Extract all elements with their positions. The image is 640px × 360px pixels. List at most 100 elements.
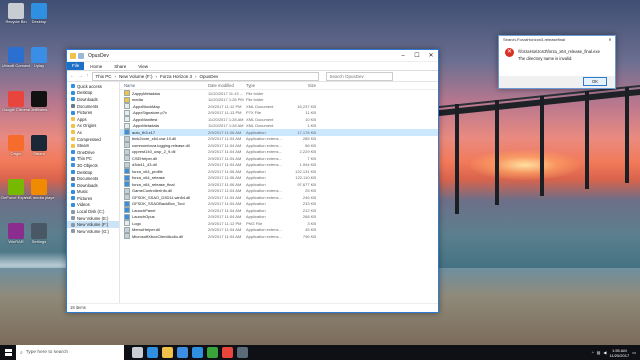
- start-button[interactable]: [0, 345, 16, 360]
- nav-item-icon: [71, 150, 75, 155]
- file-size: 97,677 KB: [297, 181, 316, 187]
- address-bar[interactable]: This PC › New Volume (F:) › Forza Horizon …: [91, 71, 319, 81]
- desktop-icon[interactable]: VLC media player: [24, 179, 54, 200]
- file-size: 122,110 KB: [295, 175, 316, 181]
- desktop-icon[interactable]: JetBrains: [24, 91, 54, 112]
- nav-item-label: Pictures: [77, 110, 93, 116]
- minimize-button[interactable]: –: [396, 50, 410, 61]
- store-icon[interactable]: [177, 347, 188, 358]
- edge-icon[interactable]: [147, 347, 158, 358]
- nav-item-label: New Volume (G:): [77, 228, 109, 234]
- nav-item-label: New Volume (E:): [77, 215, 109, 221]
- nav-item[interactable]: Downloads: [67, 182, 119, 189]
- breadcrumb-folder[interactable]: OpusDev: [200, 73, 219, 80]
- xbox-icon[interactable]: [207, 347, 218, 358]
- tab-file[interactable]: File: [67, 62, 85, 70]
- nav-item-icon: [71, 196, 75, 201]
- app-icon: [124, 174, 130, 181]
- quick-access-toolbar-icon[interactable]: [78, 52, 84, 59]
- task-view-icon[interactable]: [132, 347, 143, 358]
- file-size: 7 KB: [307, 155, 316, 161]
- nav-item[interactable]: Ax: [67, 129, 119, 136]
- file-type: Application extens...: [246, 155, 282, 161]
- system-tray: ^ ▤ ◀ 1:55 AM 11/20/2017 ▭: [592, 348, 640, 358]
- volume-icon[interactable]: ◀: [603, 350, 606, 355]
- close-button[interactable]: ✕: [424, 50, 438, 61]
- up-icon[interactable]: ↑: [86, 73, 89, 79]
- breadcrumb-volume[interactable]: New Volume (F:): [119, 73, 153, 80]
- file-date: 2/9/2017 11:12 PM: [208, 103, 242, 109]
- tab-share[interactable]: Share: [108, 64, 132, 69]
- notifications-icon[interactable]: ▭: [632, 350, 636, 355]
- column-name[interactable]: Name: [120, 83, 208, 88]
- file-date: 2/9/2017 11:13 PM: [208, 110, 242, 116]
- nav-item-label: This PC: [77, 156, 92, 162]
- nav-item[interactable]: Desktop: [67, 169, 119, 176]
- clock[interactable]: 1:55 AM 11/20/2017: [609, 348, 629, 358]
- nav-item-icon: [71, 123, 75, 128]
- nav-item[interactable]: Documents: [67, 175, 119, 182]
- breadcrumb-game[interactable]: Forza Horizon 3: [160, 73, 192, 80]
- nav-item[interactable]: Local Disk (C:): [67, 208, 119, 215]
- nav-item[interactable]: Apps: [67, 116, 119, 123]
- nav-item[interactable]: Documents: [67, 103, 119, 110]
- nav-item[interactable]: Videos: [67, 202, 119, 209]
- ok-button[interactable]: OK: [583, 77, 607, 86]
- file-explorer-icon[interactable]: [162, 347, 173, 358]
- file-type: P7X File: [246, 110, 262, 116]
- forward-icon[interactable]: →: [78, 73, 83, 79]
- nav-item[interactable]: Ax Origins: [67, 123, 119, 130]
- steam-icon[interactable]: [237, 347, 248, 358]
- chrome-icon[interactable]: [222, 347, 233, 358]
- nav-item[interactable]: Desktop: [67, 90, 119, 97]
- desktop-icon[interactable]: Settings: [24, 223, 54, 244]
- desktop-icon[interactable]: Steam: [24, 135, 54, 156]
- tab-home[interactable]: Home: [84, 64, 108, 69]
- nav-item[interactable]: This PC: [67, 156, 119, 163]
- nav-item-icon: [71, 170, 75, 175]
- nav-item[interactable]: New Volume (F:): [67, 221, 119, 229]
- nav-item[interactable]: Steam: [67, 142, 119, 149]
- file-date: 2/9/2017 11:04 AM: [208, 201, 242, 207]
- nav-item[interactable]: Compressed: [67, 136, 119, 143]
- file-size: 1,944 KB: [299, 162, 316, 168]
- nav-item-label: 3D Objects: [77, 162, 98, 168]
- file-row[interactable]: MicrosoftXboxClientAudio.dll 2/9/2017 11:…: [120, 233, 438, 240]
- mail-icon[interactable]: [192, 347, 203, 358]
- file-date: 2/9/2017 11:06 AM: [208, 168, 242, 174]
- taskbar-search[interactable]: ⌕ Type here to search: [16, 345, 124, 360]
- nav-item[interactable]: Pictures: [67, 109, 119, 116]
- column-type[interactable]: Type: [246, 83, 286, 88]
- nav-item[interactable]: New Volume (E:): [67, 215, 119, 222]
- back-icon[interactable]: ←: [70, 73, 75, 79]
- app-icon: [8, 179, 24, 195]
- nav-item[interactable]: Music: [67, 189, 119, 196]
- file-type: Application extens...: [246, 136, 282, 142]
- search-input[interactable]: Search OpusDev: [325, 71, 393, 81]
- desktop-icon[interactable]: Uplay: [24, 47, 54, 68]
- tab-view[interactable]: View: [132, 64, 154, 69]
- file-size: 16,237 KB: [297, 103, 316, 109]
- nav-item[interactable]: OneDrive: [67, 149, 119, 156]
- network-icon[interactable]: ▤: [597, 350, 601, 355]
- file-name: .AppxMetadata: [132, 123, 159, 129]
- desktop-icon[interactable]: Desktop: [24, 3, 54, 24]
- maximize-button[interactable]: ☐: [410, 50, 424, 61]
- file-type: Application extens...: [246, 188, 282, 194]
- nav-item[interactable]: Quick access: [67, 83, 119, 90]
- nav-item[interactable]: New Volume (G:): [67, 228, 119, 235]
- file-name: ZappyMetadata: [132, 90, 160, 96]
- dialog-close-icon[interactable]: ✕: [605, 36, 615, 44]
- column-size[interactable]: Size: [286, 83, 320, 88]
- nav-item[interactable]: 3D Objects: [67, 162, 119, 169]
- nav-item-label: Desktop: [77, 169, 93, 175]
- file-icon: [124, 220, 130, 227]
- nav-item[interactable]: Downloads: [67, 96, 119, 103]
- nav-item[interactable]: Pictures: [67, 195, 119, 202]
- file-size: 268 KB: [302, 214, 316, 220]
- file-name: commonforza.logging.release.dll: [132, 142, 190, 148]
- chevron-up-icon[interactable]: ^: [592, 350, 594, 355]
- breadcrumb-this-pc[interactable]: This PC: [96, 73, 112, 80]
- column-date[interactable]: Date modified: [208, 83, 246, 88]
- file-icon: [124, 116, 130, 123]
